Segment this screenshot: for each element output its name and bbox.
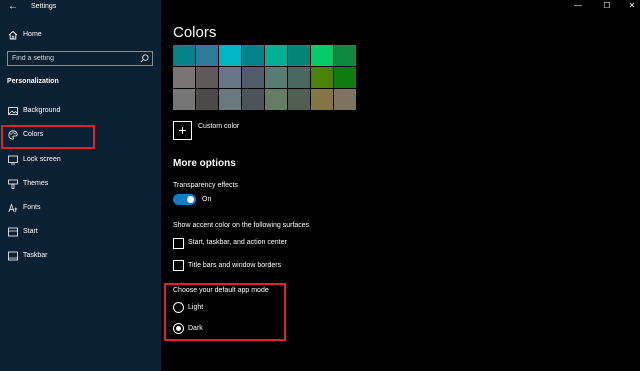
window-title: Settings xyxy=(31,3,57,10)
search-box[interactable] xyxy=(7,51,153,66)
color-swatch[interactable] xyxy=(334,45,356,66)
more-options-heading: More options xyxy=(173,158,236,169)
lock-screen-icon xyxy=(8,155,18,165)
color-swatch[interactable] xyxy=(242,89,264,110)
plus-icon: + xyxy=(173,121,192,140)
highlight-box xyxy=(1,125,95,149)
app-mode-label: Choose your default app mode xyxy=(173,287,269,294)
checkbox-label: Title bars and window borders xyxy=(188,262,282,269)
close-icon[interactable]: ✕ xyxy=(626,0,638,12)
color-swatch[interactable] xyxy=(311,45,333,66)
color-swatch[interactable] xyxy=(242,45,264,66)
sidebar-item-fonts[interactable]: Fonts xyxy=(8,202,148,214)
color-swatch[interactable] xyxy=(288,45,310,66)
color-swatch[interactable] xyxy=(219,67,241,88)
search-input[interactable] xyxy=(12,53,132,64)
home-label: Home xyxy=(23,31,42,38)
color-swatch[interactable] xyxy=(173,45,195,66)
page-title: Colors xyxy=(173,24,217,41)
search-icon[interactable] xyxy=(140,54,149,63)
section-header: Personalization xyxy=(7,78,59,85)
minimize-icon[interactable]: — xyxy=(572,0,584,12)
dark-mode-radio[interactable] xyxy=(173,323,184,334)
checkbox-label: Start, taskbar, and action center xyxy=(188,239,287,246)
title-bars-checkbox[interactable] xyxy=(173,260,184,271)
maximize-icon[interactable]: ☐ xyxy=(601,0,613,12)
sidebar-item-label: Fonts xyxy=(23,204,41,211)
color-swatch[interactable] xyxy=(196,45,218,66)
home-button[interactable]: Home xyxy=(8,29,148,41)
color-swatch[interactable] xyxy=(311,89,333,110)
color-swatch[interactable] xyxy=(219,89,241,110)
sidebar-item-start[interactable]: Start xyxy=(8,226,148,238)
radio-label: Dark xyxy=(188,325,203,332)
back-arrow-icon[interactable]: ← xyxy=(7,1,19,13)
sidebar: ← Settings Home Personalization Backgrou… xyxy=(0,0,161,371)
color-swatch[interactable] xyxy=(311,67,333,88)
sidebar-item-themes[interactable]: Themes xyxy=(8,178,148,190)
custom-color-button[interactable]: + Custom color xyxy=(173,121,293,141)
picture-icon xyxy=(8,107,18,115)
color-swatch[interactable] xyxy=(196,89,218,110)
color-swatch[interactable] xyxy=(196,67,218,88)
sidebar-item-label: Start xyxy=(23,228,38,235)
color-swatch-grid xyxy=(173,45,359,111)
color-swatch[interactable] xyxy=(265,89,287,110)
taskbar-icon xyxy=(8,251,18,261)
accent-surfaces-label: Show accent color on the following surfa… xyxy=(173,222,310,229)
radio-selected-dot xyxy=(176,326,181,331)
sidebar-item-lock-screen[interactable]: Lock screen xyxy=(8,154,148,166)
start-icon xyxy=(8,227,18,237)
home-icon xyxy=(8,30,18,40)
transparency-toggle[interactable] xyxy=(173,194,196,205)
start-taskbar-checkbox[interactable] xyxy=(173,238,184,249)
sidebar-item-label: Themes xyxy=(23,180,49,187)
toggle-knob xyxy=(187,196,194,203)
sidebar-item-label: Background xyxy=(23,107,61,114)
sidebar-item-taskbar[interactable]: Taskbar xyxy=(8,250,148,262)
color-swatch[interactable] xyxy=(334,67,356,88)
transparency-state-label: On xyxy=(202,196,212,203)
sidebar-item-label: Lock screen xyxy=(23,156,61,163)
sidebar-item-background[interactable]: Background xyxy=(8,105,148,117)
transparency-label: Transparency effects xyxy=(173,182,238,189)
sidebar-item-label: Taskbar xyxy=(23,252,48,259)
color-swatch[interactable] xyxy=(288,89,310,110)
color-swatch[interactable] xyxy=(334,89,356,110)
radio-label: Light xyxy=(188,304,204,311)
color-swatch[interactable] xyxy=(288,67,310,88)
font-icon xyxy=(8,203,18,213)
brush-icon xyxy=(8,179,18,189)
color-swatch[interactable] xyxy=(173,67,195,88)
main-content: — ☐ ✕ Colors + Custom color More options… xyxy=(161,0,640,371)
color-swatch[interactable] xyxy=(242,67,264,88)
color-swatch[interactable] xyxy=(219,45,241,66)
color-swatch[interactable] xyxy=(173,89,195,110)
color-swatch[interactable] xyxy=(265,45,287,66)
color-swatch[interactable] xyxy=(265,67,287,88)
custom-color-label: Custom color xyxy=(198,123,240,130)
light-mode-radio[interactable] xyxy=(173,302,184,313)
